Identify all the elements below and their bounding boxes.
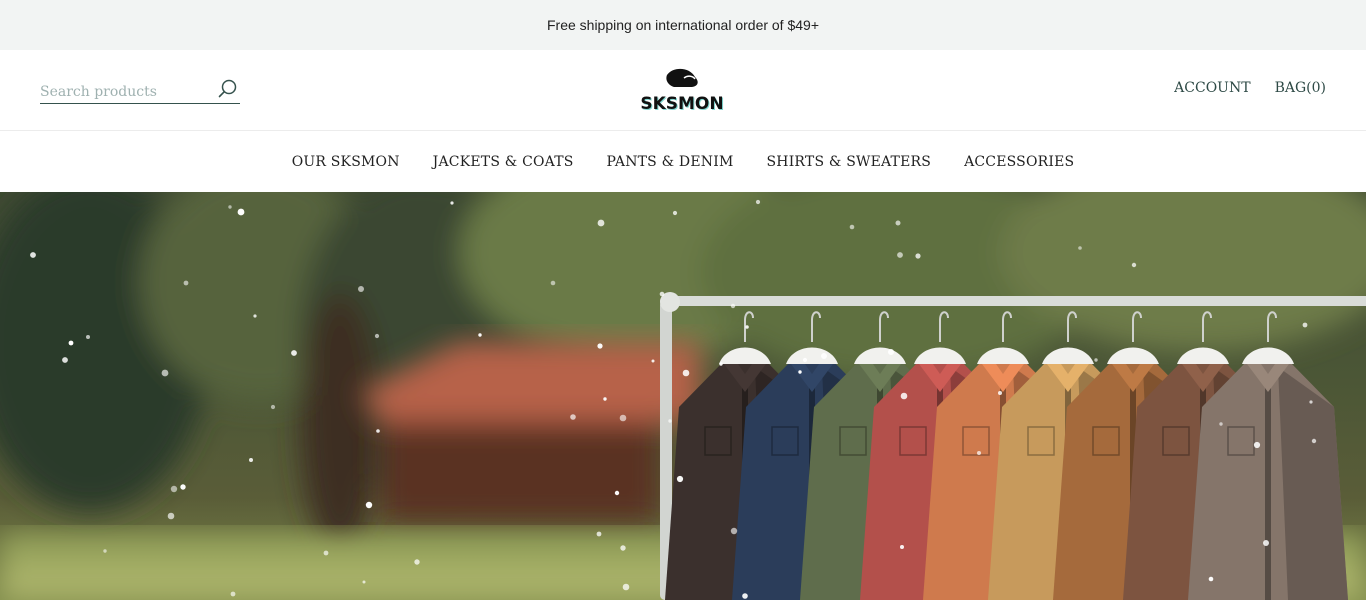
snowflake — [365, 501, 373, 509]
main-nav: OUR SKSMON JACKETS & COATS PANTS & DENIM… — [0, 131, 1366, 192]
snowflake — [597, 343, 603, 349]
snowflake — [798, 370, 802, 374]
snowflake — [977, 451, 981, 455]
snowflake — [167, 512, 175, 520]
nav-item-pants-denim[interactable]: PANTS & DENIM — [607, 154, 734, 170]
snowflake — [478, 333, 482, 337]
nav-item-accessories[interactable]: ACCESSORIES — [964, 154, 1074, 170]
snowflake — [619, 414, 627, 422]
snowflake — [374, 333, 380, 339]
snowflake — [1311, 438, 1317, 444]
snowflake — [570, 414, 576, 420]
snowflake — [1094, 358, 1098, 362]
snowflake — [672, 210, 678, 216]
snowflake — [998, 391, 1002, 395]
snowflake — [1309, 400, 1313, 404]
hero-banner[interactable] — [0, 192, 1366, 600]
snowflake — [821, 353, 827, 359]
snowflake — [603, 397, 607, 401]
snowflake — [30, 252, 36, 258]
snowflake — [682, 369, 690, 377]
snowflake — [719, 362, 723, 366]
snowflake — [620, 545, 626, 551]
snowflake — [596, 531, 602, 537]
snowflake — [676, 475, 684, 483]
snowflake — [755, 199, 761, 205]
search-input[interactable] — [40, 80, 210, 100]
snowflake — [237, 208, 245, 216]
snowflake — [376, 429, 380, 433]
snowflake — [183, 280, 189, 286]
nav-item-jackets-coats[interactable]: JACKETS & COATS — [433, 154, 574, 170]
snowflake — [1078, 246, 1082, 250]
snowflake — [62, 357, 68, 363]
snowflake — [659, 291, 665, 297]
account-links: ACCOUNT BAG(0) — [1174, 80, 1326, 96]
snowflake — [1253, 441, 1261, 449]
snowflake — [730, 303, 736, 309]
snowflake — [651, 359, 655, 363]
bag-link[interactable]: BAG(0) — [1275, 80, 1326, 96]
snowflake — [550, 280, 556, 286]
snowflake — [668, 419, 672, 423]
snowflake — [249, 458, 253, 462]
snowflake — [362, 580, 366, 584]
snowflake — [103, 549, 107, 553]
snowflake — [900, 392, 908, 400]
snowflake — [270, 404, 276, 410]
hero-image — [0, 192, 1366, 600]
announcement-text: Free shipping on international order of … — [546, 17, 819, 33]
snowflake — [802, 357, 808, 363]
nav-item-our-sksmon[interactable]: OUR SKSMON — [292, 154, 400, 170]
snowflake — [86, 335, 90, 339]
snowflake — [1263, 540, 1269, 546]
cap-icon — [666, 68, 698, 87]
snowflake — [897, 252, 903, 258]
snowflake — [180, 484, 186, 490]
snowflake — [900, 545, 904, 549]
snowflake — [888, 349, 894, 355]
site-header: SKSMON SKSMON ACCOUNT BAG(0) — [0, 50, 1366, 131]
account-link[interactable]: ACCOUNT — [1174, 80, 1250, 96]
svg-text:SKSMON: SKSMON — [640, 94, 723, 114]
snowflake — [915, 253, 921, 259]
announcement-bar: Free shipping on international order of … — [0, 0, 1366, 50]
snowflake — [68, 340, 74, 346]
search-box — [40, 77, 240, 104]
snowflake — [745, 325, 749, 329]
snowflake — [1208, 576, 1214, 582]
snowflake — [253, 314, 257, 318]
snowflake — [414, 559, 420, 565]
snowflake — [597, 219, 605, 227]
snowflake — [622, 583, 630, 591]
snowflake — [228, 205, 232, 209]
snowflake — [450, 201, 454, 205]
snowflake — [161, 369, 169, 377]
snowflake — [730, 527, 738, 535]
search-icon[interactable] — [218, 79, 238, 99]
snowflake — [291, 350, 297, 356]
snowflake — [614, 490, 620, 496]
nav-item-shirts-sweaters[interactable]: SHIRTS & SWEATERS — [767, 154, 932, 170]
barn — [360, 342, 700, 522]
snowflake — [1131, 262, 1137, 268]
snowflake — [170, 485, 178, 493]
snowflake — [895, 220, 901, 226]
snowflake — [323, 550, 329, 556]
snowflake — [849, 224, 855, 230]
snowflake — [358, 286, 364, 292]
logo[interactable]: SKSMON SKSMON — [640, 66, 726, 116]
snowflake — [1302, 322, 1308, 328]
snowflake — [742, 593, 748, 599]
snowflake — [1219, 422, 1223, 426]
snowflake — [230, 591, 236, 597]
